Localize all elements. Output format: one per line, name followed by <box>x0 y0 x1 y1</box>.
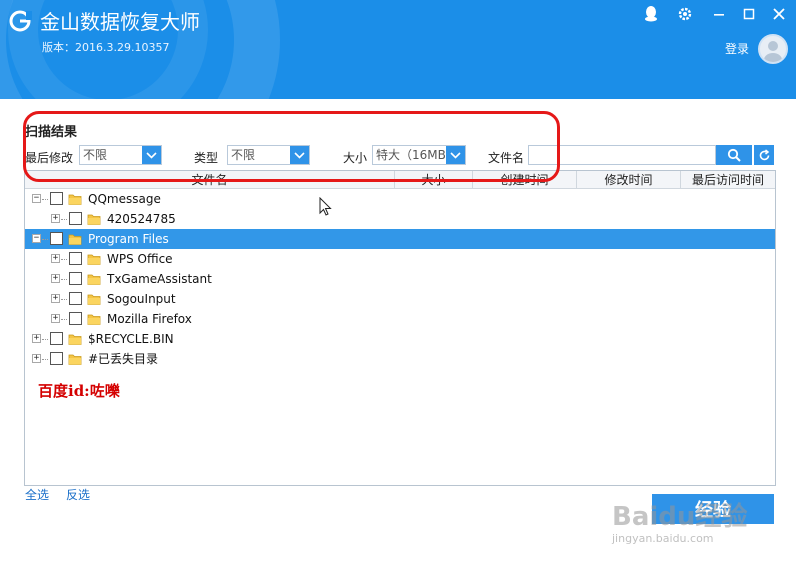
tree-row[interactable]: − Program Files <box>25 229 775 249</box>
row-checkbox[interactable] <box>69 292 82 305</box>
tree-row-label: Mozilla Firefox <box>107 312 192 326</box>
gear-icon[interactable] <box>676 5 694 23</box>
tree-row-label: QQmessage <box>88 192 161 206</box>
collapse-icon[interactable]: − <box>32 194 41 203</box>
tree-connector <box>61 299 67 300</box>
tree-row-label: 420524785 <box>107 212 176 226</box>
maximize-icon[interactable] <box>740 5 758 23</box>
tree-row-label: #已丢失目录 <box>88 352 159 366</box>
folder-icon <box>87 214 101 225</box>
row-checkbox[interactable] <box>69 312 82 325</box>
expand-icon[interactable]: + <box>32 354 41 363</box>
tree-connector <box>42 359 48 360</box>
tree-row-label: TxGameAssistant <box>107 272 212 286</box>
row-checkbox[interactable] <box>50 192 63 205</box>
column-header-last-access[interactable]: 最后访问时间 <box>681 171 775 189</box>
chevron-down-icon[interactable] <box>290 146 309 164</box>
tree-row[interactable]: + $RECYCLE.BIN <box>25 329 775 349</box>
tree-connector <box>42 199 48 200</box>
filename-filter-label: 文件名 <box>488 151 525 165</box>
expand-icon[interactable]: + <box>51 274 60 283</box>
folder-icon <box>87 294 101 305</box>
chevron-down-icon[interactable] <box>142 146 161 164</box>
tree-connector <box>61 319 67 320</box>
column-header-created[interactable]: 创建时间 <box>473 171 577 189</box>
tree-row-label: SogouInput <box>107 292 176 306</box>
tree-row[interactable]: + WPS Office <box>25 249 775 269</box>
baidu-watermark-url: jingyan.baidu.com <box>612 532 714 545</box>
next-button[interactable]: 经验 <box>652 494 774 524</box>
folder-icon <box>87 314 101 325</box>
file-tree-list[interactable]: 文件名 大小 创建时间 修改时间 最后访问时间 − QQmessage +42052… <box>24 170 776 486</box>
filename-search-input[interactable] <box>528 145 716 165</box>
expand-icon[interactable]: + <box>51 314 60 323</box>
column-header-size[interactable]: 大小 <box>395 171 473 189</box>
modified-filter-select[interactable]: 不限 <box>79 145 162 165</box>
column-header-modified[interactable]: 修改时间 <box>577 171 681 189</box>
expand-icon[interactable]: + <box>32 334 41 343</box>
tree-row[interactable]: − QQmessage <box>25 189 775 209</box>
login-link[interactable]: 登录 <box>725 40 749 57</box>
qq-icon[interactable] <box>642 5 660 23</box>
expand-icon[interactable]: + <box>51 254 60 263</box>
folder-icon <box>68 334 82 345</box>
chevron-down-icon[interactable] <box>446 146 465 164</box>
type-filter-select[interactable]: 不限 <box>227 145 310 165</box>
refresh-icon <box>759 148 769 160</box>
modified-filter-label: 最后修改 <box>25 151 74 165</box>
tree-row-label: $RECYCLE.BIN <box>88 332 174 346</box>
app-logo-icon <box>9 10 32 32</box>
folder-icon <box>68 234 82 245</box>
size-filter-select[interactable]: 特大（16MB以 <box>372 145 466 165</box>
select-all-link[interactable]: 全选 <box>25 486 49 503</box>
app-title: 金山数据恢复大师 <box>40 10 200 34</box>
tree-row[interactable]: + TxGameAssistant <box>25 269 775 289</box>
column-header-filename[interactable]: 文件名 <box>25 171 395 189</box>
row-checkbox[interactable] <box>69 212 82 225</box>
folder-icon <box>68 354 82 365</box>
row-checkbox[interactable] <box>50 232 63 245</box>
folder-icon <box>87 254 101 265</box>
row-checkbox[interactable] <box>50 332 63 345</box>
search-icon <box>727 148 741 162</box>
tree-row[interactable]: + #已丢失目录 <box>25 349 775 369</box>
tree-row[interactable]: + SogouInput <box>25 289 775 309</box>
refresh-button[interactable] <box>754 145 774 165</box>
row-checkbox[interactable] <box>50 352 63 365</box>
type-filter-label: 类型 <box>194 151 219 165</box>
expand-icon[interactable]: + <box>51 214 60 223</box>
row-checkbox[interactable] <box>69 252 82 265</box>
app-version: 版本：2016.3.29.10357 <box>42 41 170 54</box>
mouse-cursor-icon <box>319 197 332 216</box>
scan-results-title: 扫描结果 <box>25 125 78 140</box>
tree-connector <box>61 259 67 260</box>
folder-icon <box>68 194 82 205</box>
tree-connector <box>61 219 67 220</box>
collapse-icon[interactable]: − <box>32 234 41 243</box>
modified-filter-value: 不限 <box>83 148 108 162</box>
invert-selection-link[interactable]: 反选 <box>66 486 90 503</box>
avatar[interactable] <box>758 34 788 64</box>
tree-connector <box>42 339 48 340</box>
tree-connector <box>61 279 67 280</box>
folder-icon <box>87 274 101 285</box>
close-icon[interactable] <box>770 5 788 23</box>
tree-connector <box>42 239 48 240</box>
type-filter-value: 不限 <box>231 148 256 162</box>
expand-icon[interactable]: + <box>51 294 60 303</box>
search-button[interactable] <box>716 145 752 165</box>
size-filter-value: 特大（16MB以 <box>376 148 446 162</box>
tree-row-label: WPS Office <box>107 252 173 266</box>
title-bar: 金山数据恢复大师 版本：2016.3.29.10357 登录 <box>0 0 796 99</box>
list-header: 文件名 大小 创建时间 修改时间 最后访问时间 <box>25 171 775 189</box>
tree-row[interactable]: +420524785 <box>25 209 775 229</box>
minimize-icon[interactable] <box>710 5 728 23</box>
size-filter-label: 大小 <box>343 151 368 165</box>
author-annotation: 百度id:咗嚛 <box>38 382 120 400</box>
tree-row[interactable]: + Mozilla Firefox <box>25 309 775 329</box>
row-checkbox[interactable] <box>69 272 82 285</box>
tree-row-label: Program Files <box>88 232 169 246</box>
